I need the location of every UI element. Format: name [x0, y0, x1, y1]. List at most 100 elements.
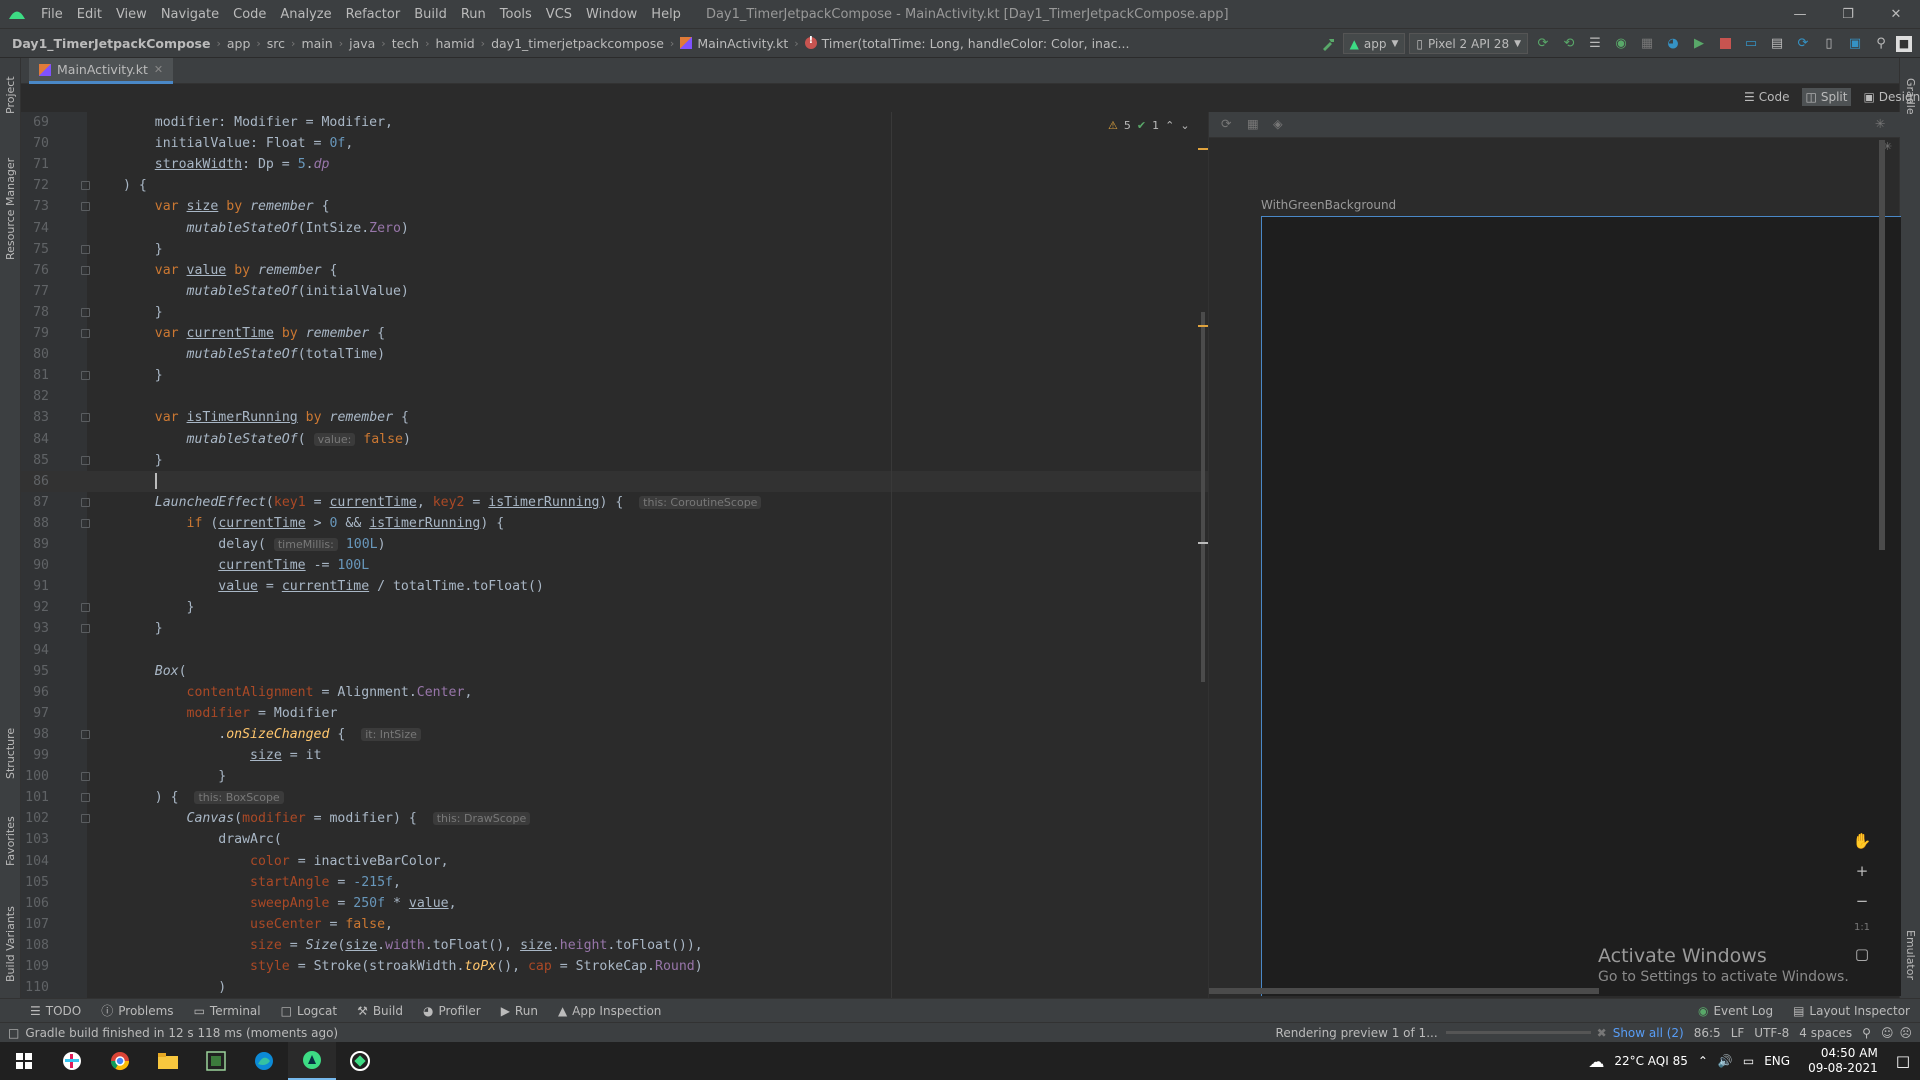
- code-line[interactable]: 76 var value by remember {: [21, 260, 1208, 281]
- memory-icon[interactable]: ☹: [1899, 1026, 1912, 1040]
- menu-analyze[interactable]: Analyze: [273, 7, 338, 22]
- inspection-widget[interactable]: ⚠ 5 ✔ 1 ⌃ ⌄: [1108, 117, 1190, 133]
- notifications-icon[interactable]: □: [1896, 1052, 1910, 1070]
- code-line[interactable]: 100 }: [21, 766, 1208, 787]
- preview-hscrollbar[interactable]: [1209, 988, 1599, 994]
- windows-start-icon[interactable]: [0, 1042, 48, 1080]
- tool-tab-structure[interactable]: Structure: [0, 718, 21, 788]
- cancel-progress-icon[interactable]: ✖: [1597, 1026, 1607, 1040]
- code-line[interactable]: 71 stroakWidth: Dp = 5.dp: [21, 154, 1208, 175]
- fold-marker-icon[interactable]: [81, 772, 90, 782]
- tool-build[interactable]: ⚒ Build: [347, 1004, 413, 1018]
- code-line[interactable]: 109 style = Stroke(stroakWidth.toPx(), c…: [21, 956, 1208, 977]
- menu-file[interactable]: File: [34, 7, 70, 22]
- device-select[interactable]: ▯ Pixel 2 API 28 ▼: [1409, 33, 1528, 54]
- code-line[interactable]: 104 color = inactiveBarColor,: [21, 851, 1208, 872]
- tool-tab-favorites[interactable]: Favorites: [0, 806, 21, 876]
- file-explorer-icon[interactable]: [144, 1042, 192, 1080]
- code-line[interactable]: 84 mutableStateOf( value: false): [21, 429, 1208, 450]
- weather-text[interactable]: 22°C AQI 85: [1614, 1054, 1688, 1068]
- fold-marker-icon[interactable]: [81, 603, 90, 613]
- breadcrumb-item[interactable]: src: [267, 36, 285, 51]
- fold-marker-icon[interactable]: [81, 729, 90, 739]
- debug-icon[interactable]: ◉: [1610, 33, 1632, 55]
- code-line[interactable]: 89 delay( timeMillis: 100L): [21, 534, 1208, 555]
- search-icon[interactable]: ⚲: [1870, 33, 1892, 55]
- tool-tab-project[interactable]: Project: [0, 64, 21, 126]
- breadcrumb-item[interactable]: main: [301, 36, 332, 51]
- code-line[interactable]: 106 sweepAngle = 250f * value,: [21, 893, 1208, 914]
- indent-setting[interactable]: 4 spaces: [1799, 1026, 1852, 1040]
- lock-icon[interactable]: ⚲: [1862, 1026, 1871, 1040]
- view-mode-split[interactable]: ◫ Split: [1801, 88, 1852, 106]
- tool-tab-build-variants[interactable]: Build Variants: [0, 894, 21, 994]
- stop-icon[interactable]: [1714, 33, 1736, 55]
- tool-tab-resource-manager[interactable]: Resource Manager: [0, 148, 21, 270]
- restore-icon[interactable]: ❐: [1824, 0, 1872, 29]
- network-icon[interactable]: ▭: [1743, 1054, 1754, 1068]
- layers-icon[interactable]: ◈: [1273, 116, 1283, 131]
- attach-debugger-icon[interactable]: ▦: [1636, 33, 1658, 55]
- code-line[interactable]: 80 mutableStateOf(totalTime): [21, 344, 1208, 365]
- volume-icon[interactable]: 🔊: [1718, 1054, 1733, 1068]
- tool-layout-inspector[interactable]: ▤ Layout Inspector: [1783, 1004, 1920, 1018]
- code-line[interactable]: 79 var currentTime by remember {: [21, 323, 1208, 344]
- code-line[interactable]: 99 size = it: [21, 745, 1208, 766]
- code-line[interactable]: 93 }: [21, 618, 1208, 639]
- status-window-icon[interactable]: □: [0, 1026, 25, 1040]
- sync-gradle-icon[interactable]: ⟳: [1792, 33, 1814, 55]
- preview-render-frame[interactable]: [1261, 216, 1901, 996]
- tool-app-inspection[interactable]: ▲ App Inspection: [548, 1004, 671, 1018]
- code-line[interactable]: 105 startAngle = -215f,: [21, 872, 1208, 893]
- status-message[interactable]: Gradle build finished in 12 s 118 ms (mo…: [25, 1026, 338, 1040]
- fold-marker-icon[interactable]: [81, 497, 90, 507]
- code-line[interactable]: 107 useCenter = false,: [21, 914, 1208, 935]
- fold-marker-icon[interactable]: [81, 329, 90, 338]
- code-editor[interactable]: 69 modifier: Modifier = Modifier, 70 init…: [21, 112, 1208, 998]
- slack-icon[interactable]: [48, 1042, 96, 1080]
- tool-tab-emulator[interactable]: Emulator: [1900, 920, 1920, 990]
- code-line[interactable]: 102 Canvas(modifier = modifier) { this: …: [21, 808, 1208, 829]
- code-line[interactable]: 78 }: [21, 302, 1208, 323]
- caret-position[interactable]: 86:5: [1694, 1026, 1721, 1040]
- apply-code-changes-icon[interactable]: ⟲: [1558, 33, 1580, 55]
- minimize-icon[interactable]: —: [1776, 0, 1824, 29]
- chevron-up-icon[interactable]: ⌃: [1165, 119, 1174, 132]
- project-structure-icon[interactable]: ▭: [1740, 33, 1762, 55]
- code-line[interactable]: 87 LaunchedEffect(key1 = currentTime, ke…: [21, 492, 1208, 513]
- show-all-link[interactable]: Show all (2): [1613, 1026, 1684, 1040]
- apply-changes-icon[interactable]: ⟳: [1532, 33, 1554, 55]
- code-line[interactable]: 90 currentTime -= 100L: [21, 555, 1208, 576]
- edge-icon[interactable]: [240, 1042, 288, 1080]
- code-line[interactable]: 101 ) { this: BoxScope: [21, 787, 1208, 808]
- code-line[interactable]: 70 initialValue: Float = 0f,: [21, 133, 1208, 154]
- breadcrumb-item[interactable]: day1_timerjetpackcompose: [491, 36, 664, 51]
- code-line[interactable]: 74 mutableStateOf(IntSize.Zero): [21, 218, 1208, 239]
- fold-marker-icon[interactable]: [81, 265, 90, 275]
- fold-marker-icon[interactable]: [81, 455, 90, 465]
- android-studio-taskbar-icon[interactable]: [288, 1042, 336, 1080]
- code-line[interactable]: 88 if (currentTime > 0 && isTimerRunning…: [21, 513, 1208, 534]
- zoom-out-icon[interactable]: −: [1856, 892, 1869, 910]
- language-indicator[interactable]: ENG: [1764, 1054, 1790, 1068]
- fold-marker-icon[interactable]: [81, 793, 90, 803]
- breadcrumb-item[interactable]: MainActivity.kt: [680, 36, 788, 51]
- layout-grid-icon[interactable]: ▦: [1247, 116, 1259, 131]
- run-with-coverage-icon[interactable]: ▶: [1688, 33, 1710, 55]
- code-line[interactable]: 96 contentAlignment = Alignment.Center,: [21, 682, 1208, 703]
- coverage-icon[interactable]: ☰: [1584, 33, 1606, 55]
- view-mode-code[interactable]: ☰ Code: [1740, 88, 1794, 106]
- code-line[interactable]: 75 }: [21, 239, 1208, 260]
- breadcrumb-item[interactable]: Timer(totalTime: Long, handleColor: Colo…: [804, 35, 1129, 51]
- zoom-in-icon[interactable]: +: [1856, 862, 1869, 880]
- refresh-icon[interactable]: ⟳: [1221, 116, 1231, 131]
- file-encoding[interactable]: UTF-8: [1754, 1026, 1789, 1040]
- tool-profiler[interactable]: ◕ Profiler: [413, 1004, 491, 1018]
- code-line[interactable]: 97 modifier = Modifier: [21, 703, 1208, 724]
- pan-hand-icon[interactable]: ✋: [1853, 832, 1872, 850]
- code-line[interactable]: 86: [21, 470, 1208, 492]
- weather-icon[interactable]: ☁: [1588, 1052, 1604, 1071]
- code-line[interactable]: 81 }: [21, 365, 1208, 386]
- line-separator[interactable]: LF: [1731, 1026, 1745, 1040]
- chrome-icon[interactable]: [96, 1042, 144, 1080]
